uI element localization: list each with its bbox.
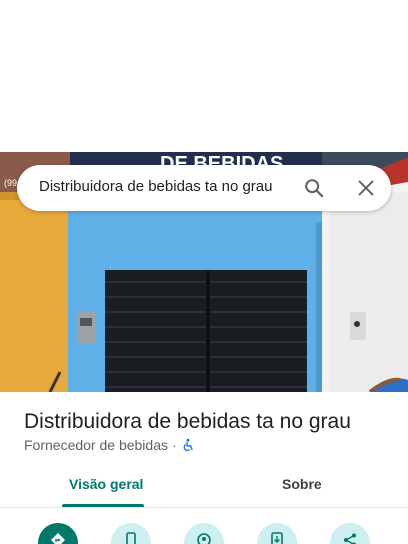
tab-about[interactable]: Sobre <box>282 476 322 492</box>
share-icon <box>344 533 356 544</box>
tab-divider <box>0 507 408 508</box>
nearby-button[interactable] <box>184 523 224 544</box>
place-details-screen: DE BEBIDAS (99 Distribuidora de bebidas … <box>0 0 408 544</box>
call-button[interactable] <box>111 523 151 544</box>
send-to-phone-icon <box>271 532 283 544</box>
sign-phone-fragment: (99 <box>4 178 17 188</box>
tab-overview[interactable]: Visão geral <box>69 476 143 492</box>
search-bar[interactable]: Distribuidora de bebidas ta no grau <box>17 165 391 211</box>
search-input[interactable]: Distribuidora de bebidas ta no grau <box>39 178 272 195</box>
phone-icon <box>126 532 136 544</box>
send-to-phone-button[interactable] <box>257 523 297 544</box>
share-button[interactable] <box>330 523 370 544</box>
separator-dot: · <box>172 437 177 453</box>
place-title: Distribuidora de bebidas ta no grau <box>24 410 351 433</box>
directions-button[interactable] <box>38 523 78 544</box>
place-subtitle: Fornecedor de bebidas · <box>24 437 195 453</box>
nearby-icon <box>197 533 211 544</box>
close-icon[interactable] <box>355 177 377 199</box>
search-icon[interactable] <box>303 177 325 199</box>
wheelchair-icon <box>181 438 195 452</box>
directions-icon <box>51 533 65 544</box>
place-category: Fornecedor de bebidas <box>24 437 168 453</box>
